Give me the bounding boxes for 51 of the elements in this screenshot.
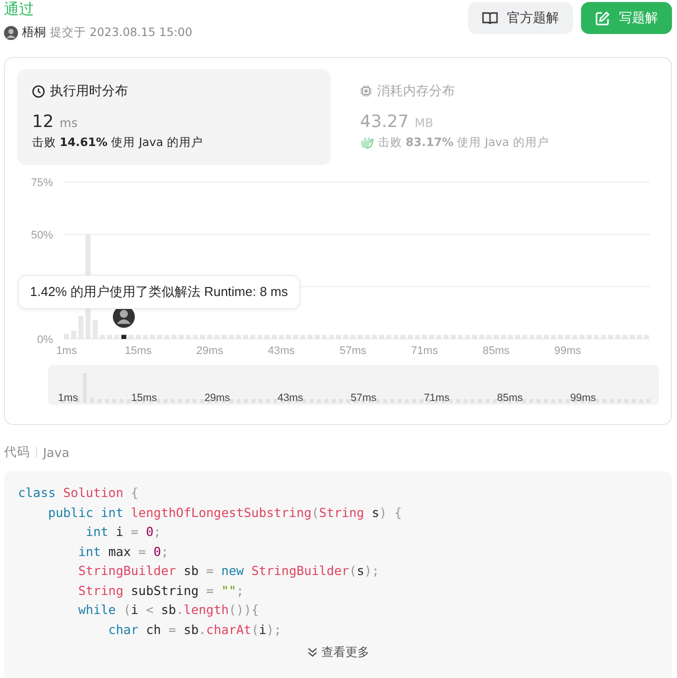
stat-unit: ms <box>60 116 78 130</box>
code-line: while (i < sb.length()){ <box>77 601 260 619</box>
show-more-button[interactable]: 查看更多 <box>306 644 370 661</box>
edit-icon <box>595 10 610 26</box>
overview-label: 71ms <box>424 392 450 404</box>
overview-label: 1ms <box>58 392 78 404</box>
y-tick-label: 75% <box>30 177 53 189</box>
stat-title: 消耗内存分布 <box>377 83 455 100</box>
stat-unit: MB <box>414 116 434 130</box>
beat-text: 击败 14.61% 使用 Java 的用户 <box>32 135 203 150</box>
double-chevron-icon <box>306 647 318 658</box>
official-solution-button[interactable]: 官方题解 <box>468 2 573 34</box>
runtime-tab[interactable]: 执行用时分布 12 ms 击败 14.61% 使用 Java 的用户 <box>17 69 331 165</box>
y-tick-label: 0% <box>37 334 53 346</box>
submit-time: 提交于 2023.08.15 15:00 <box>50 25 192 40</box>
clock-icon <box>32 84 45 98</box>
x-tick-label: 71ms <box>411 345 438 357</box>
code-line: StringBuilder sb = new StringBuilder(s); <box>77 562 380 580</box>
range-overview[interactable]: 1ms 15ms 29ms 43ms 57ms 71ms 85ms 99ms <box>48 365 659 405</box>
code-line: char ch = sb.charAt(i); <box>107 620 282 638</box>
stat-title: 执行用时分布 <box>50 83 128 100</box>
author-name[interactable]: 梧桐 <box>22 24 46 41</box>
x-tick-label: 99ms <box>554 345 582 357</box>
chip-icon <box>360 85 372 97</box>
chart-tooltip: 1.42% 的用户使用了类似解法 Runtime: 8 ms <box>18 275 300 309</box>
code-line: String subString = ""; <box>77 582 245 600</box>
x-tick-label: 1ms <box>56 345 77 357</box>
code-label: 代码 <box>4 444 30 461</box>
overview-label: 15ms <box>131 392 157 404</box>
x-tick-label: 15ms <box>124 345 152 357</box>
x-tick-label: 85ms <box>482 345 510 357</box>
code-line: class Solution { <box>18 484 140 502</box>
x-tick-label: 43ms <box>268 345 295 357</box>
code-line: public int lengthOfLongestSubstring(String s) { <box>47 504 403 522</box>
overview-label: 43ms <box>278 392 304 404</box>
avatar-icon[interactable] <box>4 26 18 40</box>
x-tick-label: 57ms <box>339 345 366 357</box>
code-line: int i = 0; <box>84 523 162 541</box>
overview-label: 57ms <box>350 392 376 404</box>
book-icon <box>482 11 498 25</box>
status-text: 通过 <box>4 0 35 18</box>
overview-label: 99ms <box>570 392 596 404</box>
stat-value: 12 <box>32 112 54 132</box>
beat-text: 击败 83.17% 使用 Java 的用户 <box>378 135 549 150</box>
overview-label: 85ms <box>497 392 523 404</box>
x-tick-label: 29ms <box>196 345 224 357</box>
overview-label: 29ms <box>204 392 230 404</box>
y-tick-label: 50% <box>30 229 53 242</box>
bar[interactable] <box>121 334 126 339</box>
code-line: int max = 0; <box>77 542 170 560</box>
stat-value: 43.27 <box>360 112 409 132</box>
